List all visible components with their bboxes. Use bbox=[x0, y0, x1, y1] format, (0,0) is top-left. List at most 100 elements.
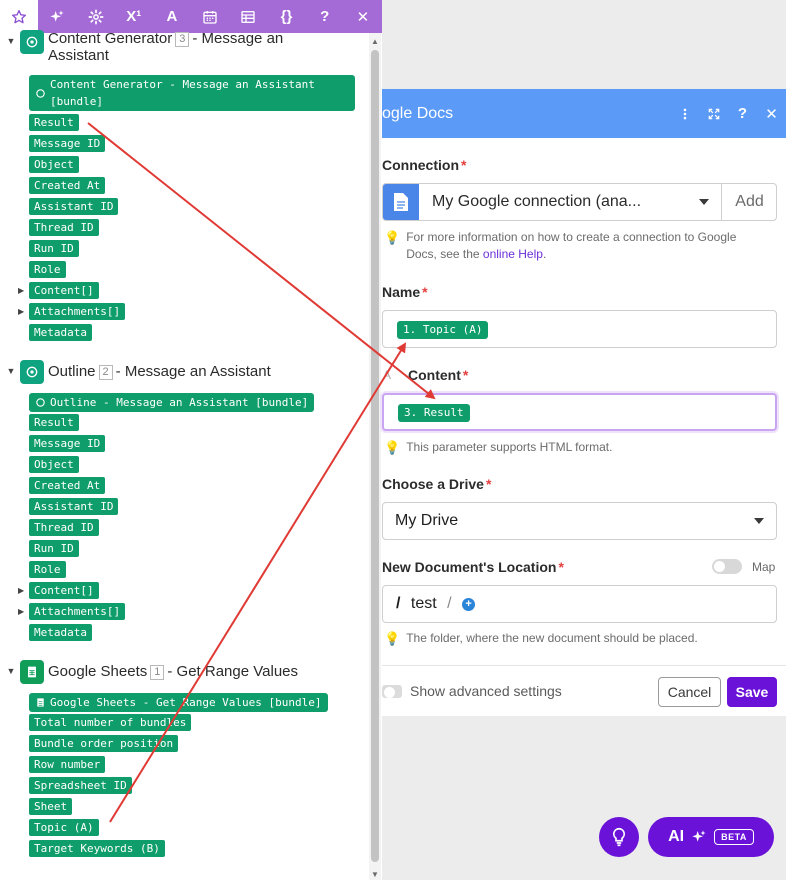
add-connection-button[interactable]: Add bbox=[722, 184, 777, 220]
mapping-toolbar: X¹ A {} ? ✕ bbox=[0, 0, 382, 33]
bundle-pill-google-sheets[interactable]: Google Sheets - Get Range Values [bundle… bbox=[29, 693, 328, 712]
chevron-down-icon bbox=[754, 518, 764, 524]
map-item-message-id[interactable]: Message ID bbox=[29, 135, 106, 152]
calendar-icon bbox=[203, 10, 217, 24]
map-item-object[interactable]: Object bbox=[29, 456, 79, 473]
drive-select[interactable]: My Drive bbox=[382, 502, 777, 540]
module-number: 2 bbox=[98, 365, 113, 380]
module-header-outline[interactable]: ▼ Outline 2- Message an Assistant bbox=[6, 360, 318, 384]
expand-caret-icon[interactable]: ▶ bbox=[18, 307, 24, 316]
cancel-button[interactable]: Cancel bbox=[658, 677, 721, 707]
map-item-attachments-array[interactable]: Attachments[] bbox=[29, 603, 126, 620]
array-functions-tab[interactable] bbox=[229, 0, 267, 33]
map-item-spreadsheet-id[interactable]: Spreadsheet ID bbox=[29, 777, 132, 794]
ai-assistant-button[interactable]: AI BETA bbox=[648, 817, 774, 857]
map-item-created-at[interactable]: Created At bbox=[29, 177, 106, 194]
map-item-content-array[interactable]: Content[] bbox=[29, 282, 99, 299]
collapse-caret-icon[interactable]: ▼ bbox=[6, 36, 16, 46]
close-icon[interactable]: ✕ bbox=[757, 89, 786, 138]
module-header-google-sheets[interactable]: ▼ Google Sheets 1- Get Range Values bbox=[6, 660, 318, 684]
map-item-target-keywords-b[interactable]: Target Keywords (B) bbox=[29, 840, 165, 857]
map-item-thread-id[interactable]: Thread ID bbox=[29, 219, 99, 236]
scrollbar-thumb[interactable] bbox=[371, 50, 379, 862]
save-button[interactable]: Save bbox=[727, 677, 777, 707]
map-item-assistant-id[interactable]: Assistant ID bbox=[29, 198, 119, 215]
connection-hint: 💡 For more information on how to create … bbox=[384, 230, 737, 261]
google-sheets-icon bbox=[37, 698, 44, 707]
scroll-up-icon[interactable]: ▲ bbox=[370, 37, 380, 47]
name-input[interactable]: 1. Topic (A) bbox=[382, 310, 777, 348]
map-item-message-id[interactable]: Message ID bbox=[29, 435, 106, 452]
map-item-result[interactable]: Result bbox=[29, 114, 79, 131]
connection-select[interactable]: My Google connection (ana... bbox=[419, 184, 722, 220]
favorites-tab[interactable] bbox=[0, 0, 39, 33]
lightbulb-icon: 💡 bbox=[384, 230, 401, 245]
map-item-run-id[interactable]: Run ID bbox=[29, 540, 79, 557]
openai-icon bbox=[36, 398, 45, 407]
advanced-settings-toggle[interactable] bbox=[382, 685, 402, 698]
module-number: 1 bbox=[150, 665, 165, 680]
path-folder[interactable]: test bbox=[411, 595, 437, 612]
openai-icon bbox=[20, 360, 44, 384]
module-title: Outline 2- Message an Assistant bbox=[48, 363, 271, 380]
online-help-link[interactable]: online Help bbox=[483, 247, 543, 261]
map-item-content-array[interactable]: Content[] bbox=[29, 582, 99, 599]
collapse-caret-icon[interactable]: ▼ bbox=[6, 366, 16, 376]
module-header-content-generator[interactable]: ▼ Content Generator 3- Message an Assista… bbox=[6, 30, 318, 64]
expand-caret-icon[interactable]: ▶ bbox=[18, 586, 24, 595]
path-separator: / bbox=[396, 595, 401, 612]
location-picker[interactable]: / test / + bbox=[382, 585, 777, 623]
scroll-down-icon[interactable]: ▼ bbox=[370, 870, 380, 880]
map-item-metadata[interactable]: Metadata bbox=[29, 324, 92, 341]
map-item-result[interactable]: Result bbox=[29, 414, 79, 431]
map-item-metadata[interactable]: Metadata bbox=[29, 624, 92, 641]
map-item-created-at[interactable]: Created At bbox=[29, 477, 106, 494]
content-mapped-tag[interactable]: 3. Result bbox=[398, 404, 470, 422]
connection-field: My Google connection (ana... Add bbox=[382, 183, 777, 221]
map-item-role[interactable]: Role bbox=[29, 561, 66, 578]
map-toggle[interactable] bbox=[712, 559, 742, 574]
dialog-header: ogle Docs ? ✕ bbox=[382, 89, 786, 138]
lightbulb-icon: 💡 bbox=[384, 631, 401, 646]
close-panel-button[interactable]: ✕ bbox=[344, 0, 382, 33]
google-sheets-icon bbox=[20, 660, 44, 684]
map-item-assistant-id[interactable]: Assistant ID bbox=[29, 498, 119, 515]
expand-caret-icon[interactable]: ▶ bbox=[18, 286, 24, 295]
map-item-bundle-order-position[interactable]: Bundle order position bbox=[29, 735, 179, 752]
hints-button[interactable] bbox=[599, 817, 639, 857]
add-folder-icon[interactable]: + bbox=[462, 598, 476, 611]
math-icon: X¹ bbox=[126, 8, 142, 25]
expand-icon[interactable] bbox=[699, 89, 728, 138]
google-docs-module-dialog: ogle Docs ? ✕ Connection * My Google conn… bbox=[382, 89, 786, 716]
text-functions-tab[interactable]: A bbox=[153, 0, 191, 33]
json-functions-tab[interactable]: {} bbox=[267, 0, 305, 33]
map-item-object[interactable]: Object bbox=[29, 156, 79, 173]
general-functions-tab[interactable] bbox=[76, 0, 114, 33]
content-hint: 💡 This parameter supports HTML format. bbox=[384, 440, 613, 455]
content-input[interactable]: 3. Result bbox=[382, 393, 777, 431]
map-item-topic-a[interactable]: Topic (A) bbox=[29, 819, 99, 836]
more-options-icon[interactable] bbox=[670, 89, 699, 138]
bundle-pill-content-generator[interactable]: Content Generator - Message an Assistant… bbox=[29, 75, 355, 111]
map-item-run-id[interactable]: Run ID bbox=[29, 240, 79, 257]
math-functions-tab[interactable]: X¹ bbox=[115, 0, 153, 33]
name-mapped-tag[interactable]: 1. Topic (A) bbox=[397, 321, 489, 339]
help-icon[interactable]: ? bbox=[728, 89, 757, 138]
bundle-pill-outline[interactable]: Outline - Message an Assistant [bundle] bbox=[29, 393, 315, 412]
map-item-attachments-array[interactable]: Attachments[] bbox=[29, 303, 126, 320]
map-item-row-number[interactable]: Row number bbox=[29, 756, 106, 773]
map-item-role[interactable]: Role bbox=[29, 261, 66, 278]
date-functions-tab[interactable] bbox=[191, 0, 229, 33]
sparkle-icon bbox=[50, 9, 64, 22]
openai-icon bbox=[20, 30, 44, 54]
ai-tools-tab[interactable] bbox=[38, 0, 76, 33]
collapse-caret-icon[interactable]: ▼ bbox=[6, 666, 16, 676]
gear-icon bbox=[87, 8, 104, 25]
map-item-total-bundles[interactable]: Total number of bundles bbox=[29, 714, 192, 731]
help-button[interactable]: ? bbox=[306, 0, 344, 33]
advanced-settings-label[interactable]: Show advanced settings bbox=[410, 683, 562, 699]
text-format-icon[interactable]: A bbox=[383, 368, 391, 382]
map-item-thread-id[interactable]: Thread ID bbox=[29, 519, 99, 536]
expand-caret-icon[interactable]: ▶ bbox=[18, 607, 24, 616]
map-item-sheet[interactable]: Sheet bbox=[29, 798, 73, 815]
